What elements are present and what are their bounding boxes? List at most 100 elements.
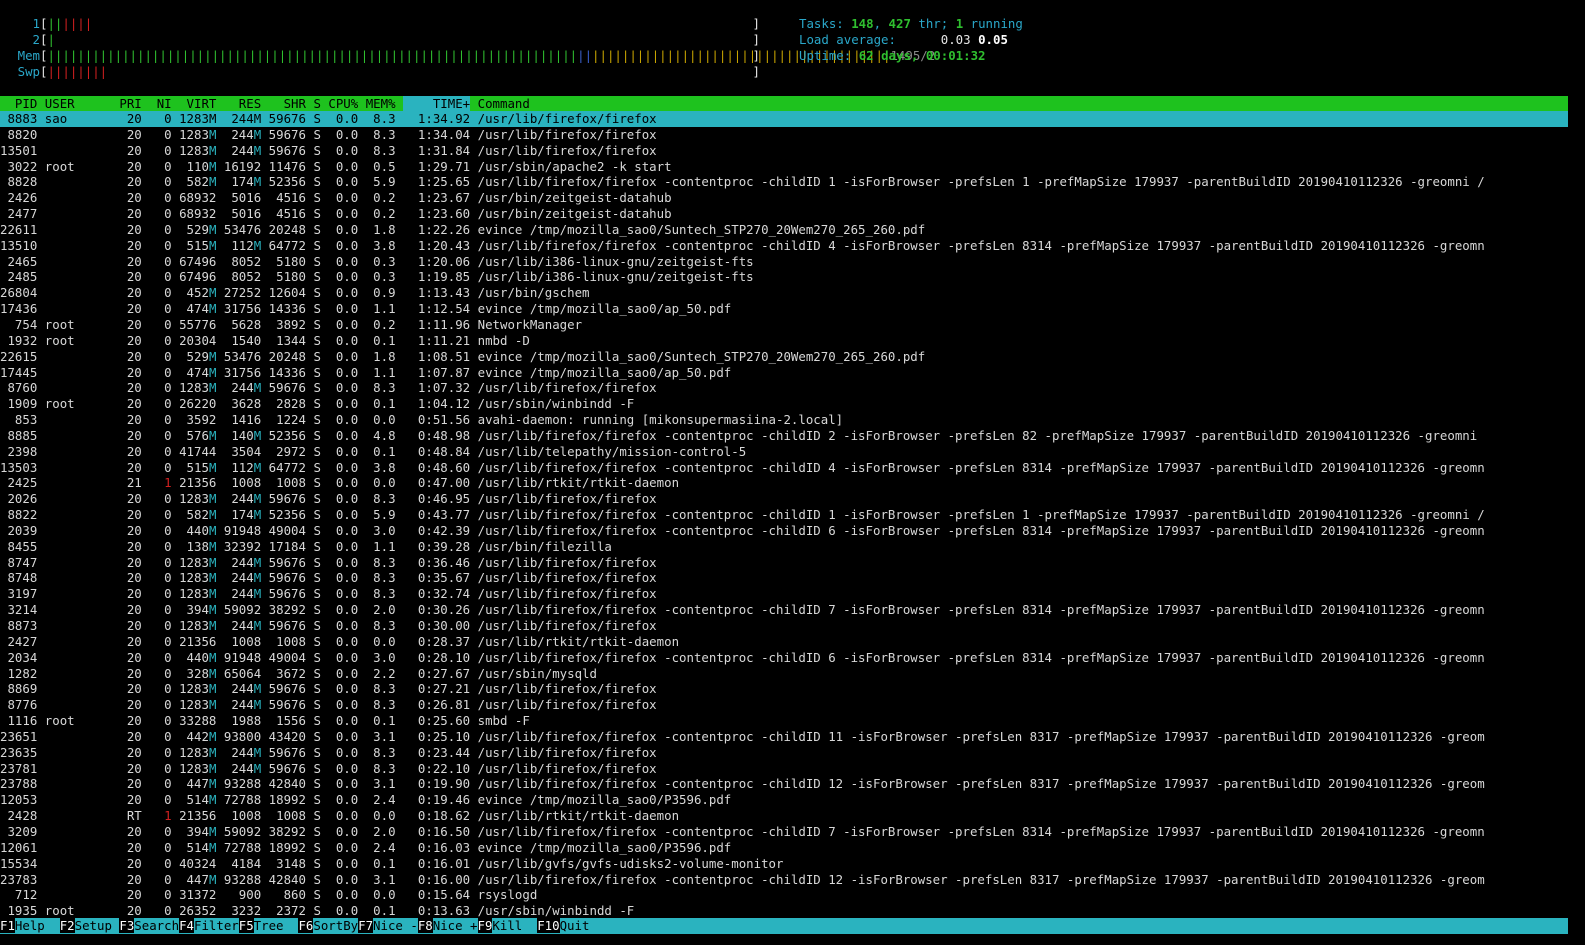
process-row[interactable]: 2465 20 0 67496 8052 5180 S 0.0 0.3 1:20… bbox=[0, 254, 1568, 270]
cell-res: 93288 bbox=[223, 871, 262, 887]
header-col-shr[interactable]: SHR bbox=[269, 96, 306, 111]
process-row[interactable]: 8828 20 0 582M 174M 52356 S 0.0 5.9 1:25… bbox=[0, 174, 1568, 190]
cell-mem: 8.3 bbox=[365, 744, 396, 760]
cell-mem: 2.0 bbox=[365, 823, 396, 839]
fkey-help[interactable]: F1Help bbox=[0, 918, 60, 933]
meter-close-bracket: ] bbox=[752, 16, 760, 31]
header-col-time[interactable]: TIME+ bbox=[403, 96, 471, 111]
process-row[interactable]: 17436 20 0 474M 31756 14336 S 0.0 1.1 1:… bbox=[0, 301, 1568, 317]
process-list[interactable]: 8883 sao 20 0 1283M 244M 59676 S 0.0 8.3… bbox=[0, 111, 1568, 919]
cell-cpu: 0.0 bbox=[328, 253, 359, 269]
process-row[interactable]: 8869 20 0 1283M 244M 59676 S 0.0 8.3 0:2… bbox=[0, 681, 1568, 697]
cell-state: S bbox=[313, 602, 321, 618]
fkey-label: Help bbox=[14, 918, 60, 933]
process-row[interactable]: 17445 20 0 474M 31756 14336 S 0.0 1.1 1:… bbox=[0, 365, 1568, 381]
process-row[interactable]: 15534 20 0 40324 4184 3148 S 0.0 0.1 0:1… bbox=[0, 856, 1568, 872]
process-row[interactable]: 1909 root 20 0 26220 3628 2828 S 0.0 0.1… bbox=[0, 396, 1568, 412]
process-row[interactable]: 8873 20 0 1283M 244M 59676 S 0.0 8.3 0:3… bbox=[0, 618, 1568, 634]
header-col-virt[interactable]: VIRT bbox=[179, 96, 217, 111]
cell-state: S bbox=[313, 285, 321, 301]
process-row[interactable]: 13501 20 0 1283M 244M 59676 S 0.0 8.3 1:… bbox=[0, 143, 1568, 159]
fkey-nice[interactable]: F8Nice + bbox=[417, 918, 478, 933]
process-row[interactable]: 8822 20 0 582M 174M 52356 S 0.0 5.9 0:43… bbox=[0, 507, 1568, 523]
process-row[interactable]: 2428 RT 1 21356 1008 1008 S 0.0 0.0 0:18… bbox=[0, 808, 1568, 824]
cell-command: /usr/lib/telepathy/mission-control-5 bbox=[477, 443, 747, 459]
cell-pri: 20 bbox=[111, 269, 142, 285]
process-row[interactable]: 2039 20 0 440M 91948 49004 S 0.0 3.0 0:4… bbox=[0, 523, 1568, 539]
process-row[interactable]: 754 root 20 0 55776 5628 3892 S 0.0 0.2 … bbox=[0, 317, 1568, 333]
header-col-mem[interactable]: MEM% bbox=[366, 96, 396, 111]
cell-res: 244M bbox=[223, 697, 262, 713]
cell-command: evince /tmp/mozilla_sao0/P3596.pdf bbox=[477, 839, 732, 855]
process-row[interactable]: 8883 sao 20 0 1283M 244M 59676 S 0.0 8.3… bbox=[0, 111, 1568, 127]
header-col-user[interactable]: USER bbox=[45, 96, 112, 111]
fkey-setup[interactable]: F2Setup bbox=[59, 918, 120, 933]
cell-user bbox=[45, 856, 112, 871]
fkey-kill[interactable]: F9Kill bbox=[477, 918, 538, 933]
process-row[interactable]: 8760 20 0 1283M 244M 59676 S 0.0 8.3 1:0… bbox=[0, 380, 1568, 396]
process-row[interactable]: 1932 root 20 0 20304 1540 1344 S 0.0 0.1… bbox=[0, 333, 1568, 349]
header-col-pid[interactable]: PID bbox=[0, 96, 37, 111]
process-row[interactable]: 13503 20 0 515M 112M 64772 S 0.0 3.8 0:4… bbox=[0, 460, 1568, 476]
fkey-quit[interactable]: F10Quit bbox=[537, 918, 589, 933]
process-row[interactable]: 1282 20 0 328M 65064 3672 S 0.0 2.2 0:27… bbox=[0, 666, 1568, 682]
fkey-sortby[interactable]: F6SortBy bbox=[298, 918, 358, 933]
process-row[interactable]: 12053 20 0 514M 72788 18992 S 0.0 2.4 0:… bbox=[0, 792, 1568, 808]
process-row[interactable]: 23651 20 0 442M 93800 43420 S 0.0 3.1 0:… bbox=[0, 729, 1568, 745]
process-row[interactable]: 8747 20 0 1283M 244M 59676 S 0.0 8.3 0:3… bbox=[0, 555, 1568, 571]
process-row[interactable]: 3214 20 0 394M 59092 38292 S 0.0 2.0 0:3… bbox=[0, 602, 1568, 618]
process-row[interactable]: 2034 20 0 440M 91948 49004 S 0.0 3.0 0:2… bbox=[0, 650, 1568, 666]
process-row[interactable]: 2477 20 0 68932 5016 4516 S 0.0 0.2 1:23… bbox=[0, 206, 1568, 222]
process-row[interactable]: 8776 20 0 1283M 244M 59676 S 0.0 8.3 0:2… bbox=[0, 697, 1568, 713]
header-col-s[interactable]: S bbox=[313, 96, 320, 111]
process-row[interactable]: 23781 20 0 1283M 244M 59676 S 0.0 8.3 0:… bbox=[0, 761, 1568, 777]
cell-shr: 59676 bbox=[268, 760, 306, 776]
process-row[interactable]: 12061 20 0 514M 72788 18992 S 0.0 2.4 0:… bbox=[0, 840, 1568, 856]
cell-user bbox=[45, 174, 112, 189]
process-row[interactable]: 712 20 0 31372 900 860 S 0.0 0.0 0:15.64… bbox=[0, 887, 1568, 903]
process-row[interactable]: 2398 20 0 41744 3504 2972 S 0.0 0.1 0:48… bbox=[0, 444, 1568, 460]
fkey-tree[interactable]: F5Tree bbox=[238, 918, 299, 933]
header-col-pri[interactable]: PRI bbox=[112, 96, 141, 111]
header-col-cpu[interactable]: CPU% bbox=[328, 96, 358, 111]
header-col-ni[interactable]: NI bbox=[149, 96, 172, 111]
cell-mem: 8.3 bbox=[365, 142, 396, 158]
cell-state: S bbox=[313, 269, 321, 285]
cell-state: S bbox=[313, 459, 321, 475]
fkey-search[interactable]: F3Search bbox=[119, 918, 179, 933]
process-row[interactable]: 8455 20 0 138M 32392 17184 S 0.0 1.1 0:3… bbox=[0, 539, 1568, 555]
cell-ni: 0 bbox=[149, 760, 172, 776]
process-row[interactable]: 1935 root 20 0 26352 3232 2372 S 0.0 0.1… bbox=[0, 903, 1568, 919]
process-row[interactable]: 8820 20 0 1283M 244M 59676 S 0.0 8.3 1:3… bbox=[0, 127, 1568, 143]
fkey-nice[interactable]: F7Nice - bbox=[358, 918, 418, 933]
process-row[interactable]: 22611 20 0 529M 53476 20248 S 0.0 1.8 1:… bbox=[0, 222, 1568, 238]
process-row[interactable]: 23635 20 0 1283M 244M 59676 S 0.0 8.3 0:… bbox=[0, 745, 1568, 761]
process-row[interactable]: 2427 20 0 21356 1008 1008 S 0.0 0.0 0:28… bbox=[0, 634, 1568, 650]
cell-pri: 20 bbox=[111, 681, 142, 697]
cell-virt: 20304 bbox=[179, 332, 217, 348]
process-row[interactable]: 23788 20 0 447M 93288 42840 S 0.0 3.1 0:… bbox=[0, 776, 1568, 792]
cell-user bbox=[45, 349, 112, 364]
process-row[interactable]: 8885 20 0 576M 140M 52356 S 0.0 4.8 0:48… bbox=[0, 428, 1568, 444]
header-col-command[interactable]: Command bbox=[478, 96, 530, 111]
process-row[interactable]: 2425 21 1 21356 1008 1008 S 0.0 0.0 0:47… bbox=[0, 475, 1568, 491]
process-row[interactable]: 853 20 0 3592 1416 1224 S 0.0 0.0 0:51.5… bbox=[0, 412, 1568, 428]
process-row[interactable]: 13510 20 0 515M 112M 64772 S 0.0 3.8 1:2… bbox=[0, 238, 1568, 254]
header-col-res[interactable]: RES bbox=[224, 96, 261, 111]
process-row[interactable]: 3209 20 0 394M 59092 38292 S 0.0 2.0 0:1… bbox=[0, 824, 1568, 840]
process-row[interactable]: 1116 root 20 0 33288 1988 1556 S 0.0 0.1… bbox=[0, 713, 1568, 729]
process-row[interactable]: 3022 root 20 0 110M 16192 11476 S 0.0 0.… bbox=[0, 159, 1568, 175]
process-row[interactable]: 23783 20 0 447M 93288 42840 S 0.0 3.1 0:… bbox=[0, 872, 1568, 888]
fkey-code: F1 bbox=[0, 918, 15, 933]
fkey-code: F2 bbox=[59, 918, 75, 933]
cell-cpu: 0.0 bbox=[328, 507, 359, 523]
process-row[interactable]: 26804 20 0 452M 27252 12604 S 0.0 0.9 1:… bbox=[0, 285, 1568, 301]
process-row[interactable]: 3197 20 0 1283M 244M 59676 S 0.0 8.3 0:3… bbox=[0, 586, 1568, 602]
process-row[interactable]: 2026 20 0 1283M 244M 59676 S 0.0 8.3 0:4… bbox=[0, 491, 1568, 507]
fkey-filter[interactable]: F4Filter bbox=[179, 918, 239, 933]
process-row[interactable]: 2426 20 0 68932 5016 4516 S 0.0 0.2 1:23… bbox=[0, 190, 1568, 206]
process-row[interactable]: 22615 20 0 529M 53476 20248 S 0.0 1.8 1:… bbox=[0, 349, 1568, 365]
cell-mem: 0.1 bbox=[365, 443, 396, 459]
process-row[interactable]: 2485 20 0 67496 8052 5180 S 0.0 0.3 1:19… bbox=[0, 269, 1568, 285]
process-row[interactable]: 8748 20 0 1283M 244M 59676 S 0.0 8.3 0:3… bbox=[0, 570, 1568, 586]
